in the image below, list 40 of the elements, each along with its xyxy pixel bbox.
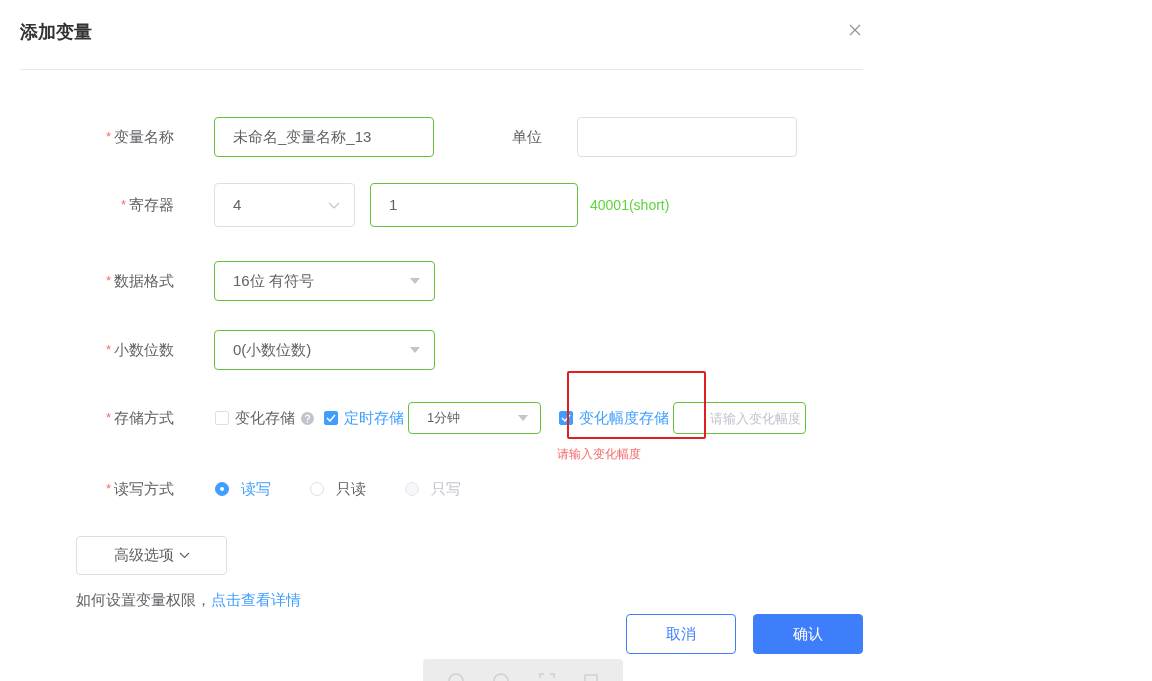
help-icon[interactable] (301, 411, 314, 425)
required-mark: * (105, 128, 111, 147)
field-label: 小数位数 (114, 339, 174, 360)
text-input-field[interactable]: 未命名_变量名称_13 (214, 117, 434, 157)
cancel-button[interactable]: 取消 (626, 614, 736, 654)
register-select[interactable]: 4 (214, 183, 355, 227)
caret-icon (410, 278, 420, 284)
field-label: 变量名称 (114, 126, 174, 147)
advanced-options-button[interactable]: 高级选项 (76, 536, 227, 575)
range-input-field[interactable]: 请输入变化幅度 (673, 402, 806, 434)
required-mark: * (105, 341, 111, 360)
required-mark: * (105, 409, 111, 428)
checkbox-label[interactable]: 变化存储 (235, 406, 295, 430)
confirm-button[interactable]: 确认 (753, 614, 863, 654)
required-mark: * (105, 272, 111, 291)
chevron-down-icon (328, 201, 340, 209)
close-icon[interactable] (849, 23, 861, 36)
radio-label: 只写 (431, 478, 461, 499)
unit-input-field[interactable] (577, 117, 797, 157)
address-hint: 40001(short) (590, 195, 670, 215)
field-label: 单位 (512, 126, 542, 147)
field-label: 读写方式 (114, 478, 174, 499)
field-label: 寄存器 (129, 194, 174, 215)
chevron-down-icon (178, 552, 190, 559)
address-input-field[interactable]: 1 (370, 183, 578, 227)
dropdown-select[interactable]: 0(小数位数) (214, 330, 435, 370)
dialog-title: 添加变量 (20, 21, 92, 44)
field-label: 数据格式 (114, 270, 174, 291)
dropdown-select[interactable]: 16位 有符号 (214, 261, 435, 301)
field-label: 存储方式 (114, 407, 174, 428)
error-message: 请输入变化幅度 (557, 446, 641, 463)
caret-icon (518, 415, 528, 421)
checkbox[interactable] (324, 411, 338, 425)
radio-label[interactable]: 只读 (336, 477, 366, 501)
required-mark: * (120, 196, 126, 215)
required-mark: * (105, 480, 111, 499)
radio-button[interactable] (215, 482, 229, 496)
caret-icon (410, 347, 420, 353)
help-text: 如何设置变量权限， (76, 589, 211, 610)
interval-select[interactable]: 1分钟 (408, 402, 541, 434)
